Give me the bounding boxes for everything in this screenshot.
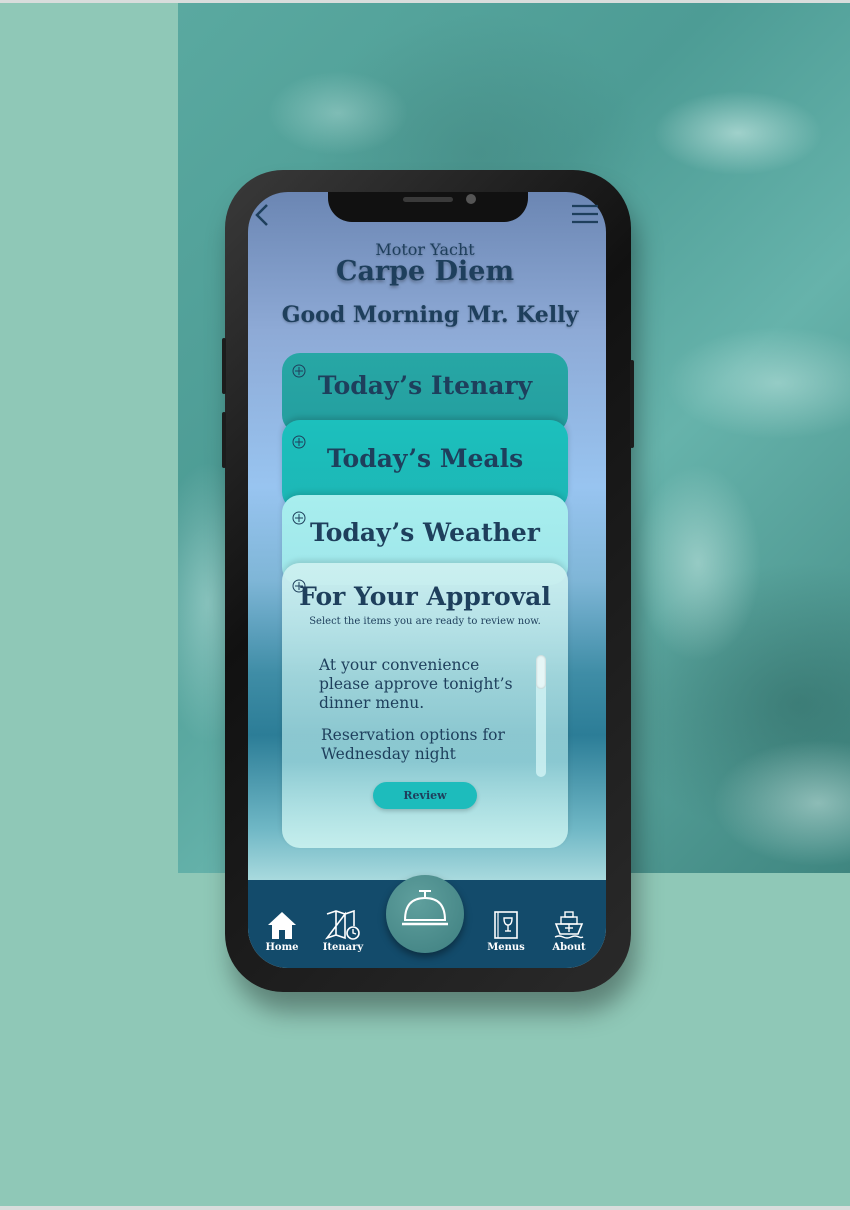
tab-about[interactable]: About [544, 910, 594, 953]
tab-home[interactable]: Home [257, 910, 307, 953]
service-bell-icon [402, 890, 448, 926]
tab-home-label: Home [265, 942, 299, 953]
review-button[interactable]: Review [373, 782, 477, 809]
menu-book-icon [494, 911, 518, 939]
volume-up-button [222, 338, 226, 394]
volume-down-button [222, 412, 226, 468]
yacht-name: Carpe Diem [335, 256, 515, 287]
yacht-icon [554, 911, 584, 939]
approval-item[interactable]: Reservation options for Wednesday night [321, 726, 531, 764]
approval-item[interactable]: At your convenience please approve tonig… [319, 656, 529, 713]
tab-itinerary[interactable]: Itenary [318, 910, 368, 953]
scrollbar-thumb[interactable] [536, 655, 546, 689]
tab-itinerary-label: Itenary [322, 942, 364, 953]
tab-about-label: About [552, 942, 586, 953]
concierge-button[interactable] [386, 875, 464, 953]
tab-menus-label: Menus [487, 942, 525, 953]
home-icon [268, 912, 296, 939]
tab-menus[interactable]: Menus [481, 910, 531, 953]
approval-card-title: For Your Approval [299, 582, 551, 611]
weather-card-title: Today’s Weather [310, 518, 540, 547]
itinerary-card-title: Today’s Itenary [317, 371, 533, 400]
meals-card-title: Today’s Meals [326, 444, 524, 473]
map-clock-icon [325, 910, 360, 940]
greeting-text: Good Morning Mr. Kelly [281, 302, 579, 328]
back-arrow-icon[interactable] [252, 202, 272, 228]
speaker-grille [403, 197, 453, 202]
bottom-border [0, 1206, 850, 1210]
approval-card-subtitle: Select the items you are ready to review… [309, 616, 541, 627]
power-button [630, 360, 634, 448]
approval-card: For Your Approval Select the items you a… [282, 563, 568, 848]
approval-scrollbar[interactable] [536, 655, 546, 777]
front-camera [466, 194, 476, 204]
hamburger-menu-icon[interactable] [570, 203, 600, 225]
